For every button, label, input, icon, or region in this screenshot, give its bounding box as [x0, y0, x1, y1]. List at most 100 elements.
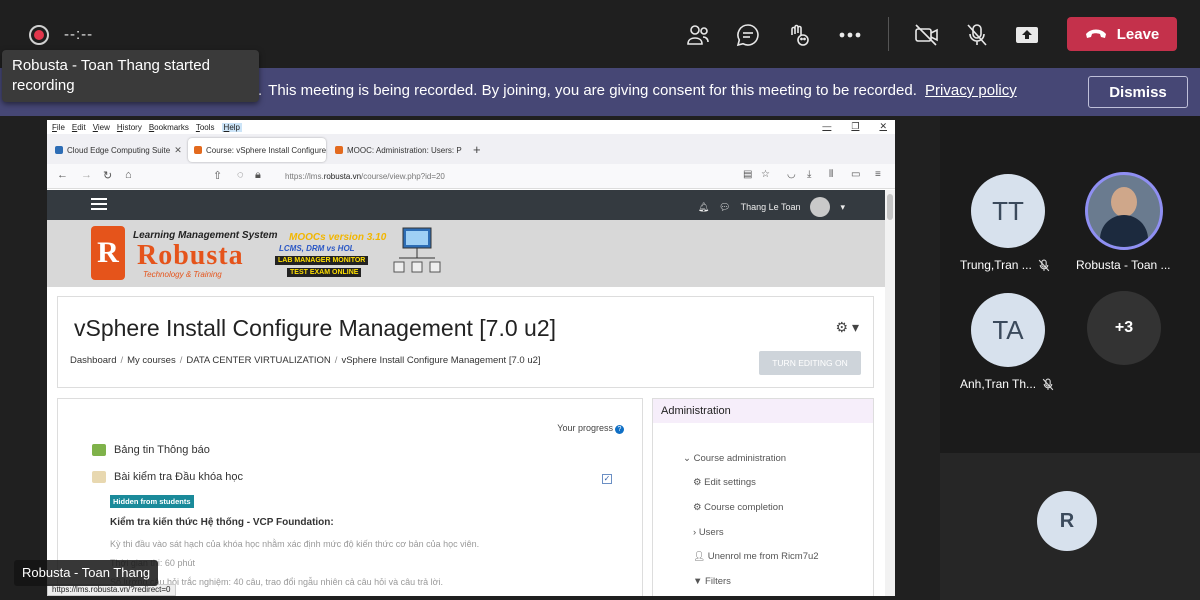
new-tab-icon[interactable]: +: [473, 142, 481, 157]
breadcrumb-course[interactable]: vSphere Install Configure Management [7.…: [341, 355, 540, 366]
progress-label: Your progress?: [557, 423, 624, 434]
admin-users[interactable]: › Users: [693, 527, 724, 538]
bell-icon[interactable]: 🔔︎: [698, 202, 709, 213]
favicon-icon: [335, 146, 343, 154]
menu-file[interactable]: File: [52, 123, 65, 132]
tab-close-icon[interactable]: ✕: [174, 145, 182, 156]
leave-button[interactable]: Leave: [1067, 17, 1177, 51]
browser-tab[interactable]: MOOC: Administration: Users: P ✕: [329, 138, 465, 162]
breadcrumb-my-courses[interactable]: My courses: [127, 355, 176, 366]
avatar: R: [1037, 491, 1097, 551]
admin-unenrol[interactable]: 👤︎ Unenrol me from Ricm7u2: [693, 551, 819, 562]
pocket-icon[interactable]: ◡: [787, 169, 796, 180]
menu-edit[interactable]: Edit: [72, 123, 86, 132]
page-title: vSphere Install Configure Management [7.…: [74, 315, 557, 341]
avatar: TT: [971, 174, 1045, 248]
menu-icon[interactable]: ≡: [875, 169, 881, 180]
reactions-button[interactable]: [781, 18, 815, 52]
people-button[interactable]: [681, 18, 715, 52]
more-icon: [839, 32, 861, 38]
url-prefix: https://lms.: [285, 172, 324, 181]
privacy-policy-link[interactable]: Privacy policy: [925, 82, 1017, 99]
help-icon[interactable]: ?: [615, 425, 624, 434]
caret-down-icon[interactable]: ▾: [840, 202, 845, 213]
page-scrollbar[interactable]: [885, 190, 895, 596]
browser-tab[interactable]: Cloud Edge Computing Suite ✕: [49, 138, 185, 162]
menu-view[interactable]: View: [93, 123, 110, 132]
gear-icon[interactable]: ⚙ ▾: [836, 319, 859, 336]
admin-edit-settings[interactable]: ⚙ Edit settings: [693, 477, 756, 488]
logo-name: Robusta: [137, 240, 244, 271]
chat-button[interactable]: [731, 18, 765, 52]
avatar: TA: [971, 293, 1045, 367]
dismiss-button[interactable]: Dismiss: [1088, 76, 1188, 108]
url-path: /course/view.php?id=20: [361, 172, 445, 181]
camera-toggle[interactable]: [910, 18, 944, 52]
gear-icon: ⚙: [693, 477, 705, 488]
forward-icon[interactable]: →: [81, 169, 92, 181]
user-name[interactable]: Thang Le Toan: [741, 202, 801, 212]
logo-moocs: MOOCs version 3.10: [289, 232, 387, 243]
reload-icon[interactable]: ↻: [103, 169, 112, 182]
sidebar-icon[interactable]: ▭: [851, 169, 860, 180]
menu-tools[interactable]: Tools: [196, 123, 215, 132]
meeting-timer: --:--: [64, 26, 94, 43]
photo-head: [1111, 187, 1137, 217]
participant-tile[interactable]: TT: [971, 174, 1045, 248]
overflow-count: +3: [1087, 291, 1161, 365]
user-icon: 👤︎: [693, 551, 708, 562]
browser-navbar: ← → ↻ ⌂ ⇧ ◌ 🔒︎ https://lms.robusta.vn/co…: [47, 164, 895, 189]
home-icon[interactable]: ⌂: [125, 169, 132, 181]
completion-checkbox[interactable]: ✓: [602, 474, 612, 484]
phone-icon: [1085, 29, 1106, 38]
toolbar-divider: [888, 17, 889, 51]
minimize-icon[interactable]: —: [822, 121, 831, 132]
browser-tab-active[interactable]: Course: vSphere Install Configure ✕: [188, 138, 326, 162]
admin-course-completion[interactable]: ⚙ Course completion: [693, 502, 783, 513]
chevron-down-icon: ⌄: [683, 453, 694, 464]
participant-tile-speaking[interactable]: [1085, 172, 1163, 250]
browser-tabstrip: Cloud Edge Computing Suite ✕ Course: vSp…: [47, 134, 895, 164]
url-bar[interactable]: https://lms.robusta.vn/course/view.php?i…: [285, 172, 445, 181]
breadcrumb-category[interactable]: DATA CENTER VIRTUALIZATION: [186, 355, 330, 366]
restore-icon[interactable]: ❐: [851, 121, 859, 132]
mic-toggle[interactable]: [960, 18, 994, 52]
more-participants-button[interactable]: +3: [1087, 291, 1161, 365]
admin-course-administration[interactable]: ⌄ Course administration: [683, 453, 786, 464]
reader-icon[interactable]: ▤: [743, 169, 752, 180]
activity-forum[interactable]: Bảng tin Thông báo: [92, 444, 210, 456]
back-icon[interactable]: ←: [57, 169, 68, 181]
more-actions-button[interactable]: [833, 18, 867, 52]
menu-help[interactable]: Help: [221, 122, 243, 132]
participant-name: Robusta - Toan ...: [1076, 258, 1171, 272]
activity-label: Bài kiểm tra Đầu khóa học: [114, 471, 244, 483]
breadcrumb-dashboard[interactable]: Dashboard: [70, 355, 116, 366]
participant-tile[interactable]: TA: [971, 293, 1045, 367]
close-icon[interactable]: ✕: [879, 121, 887, 132]
camera-off-icon: [915, 24, 938, 46]
bookmark-star-icon[interactable]: ⇧: [213, 169, 222, 182]
filter-icon: ▼: [693, 576, 706, 587]
admin-filters[interactable]: ▼ Filters: [693, 576, 731, 587]
library-icon[interactable]: ⫴: [829, 169, 833, 180]
menu-history[interactable]: History: [117, 123, 142, 132]
favicon-icon: [194, 146, 202, 154]
course-header: vSphere Install Configure Management [7.…: [57, 296, 874, 388]
url-domain: robusta.vn: [323, 172, 362, 181]
menu-bookmarks[interactable]: Bookmarks: [149, 123, 189, 132]
mic-off-icon: [1042, 378, 1054, 390]
participant-video-tile[interactable]: R: [940, 453, 1200, 600]
star-icon[interactable]: ☆: [761, 169, 770, 180]
avatar-photo: [1085, 172, 1163, 250]
share-screen-button[interactable]: [1010, 18, 1044, 52]
description-line: Kỳ thi đầu vào sát hạch của khóa học nhằ…: [110, 539, 480, 549]
banner-text: This meeting is being recorded. By joini…: [268, 82, 917, 99]
hamburger-icon[interactable]: [91, 198, 107, 210]
participant-name: Anh,Tran Th...: [960, 377, 1054, 391]
moodle-navbar: 🔔︎ 💬︎ Thang Le Toan ▾: [47, 190, 885, 220]
turn-editing-on-button[interactable]: TURN EDITING ON: [759, 351, 861, 375]
download-icon[interactable]: ⤓: [807, 169, 811, 180]
messages-icon[interactable]: 💬︎: [719, 202, 730, 213]
activity-quiz[interactable]: Bài kiểm tra Đầu khóa học: [92, 471, 243, 483]
avatar[interactable]: [810, 197, 831, 217]
